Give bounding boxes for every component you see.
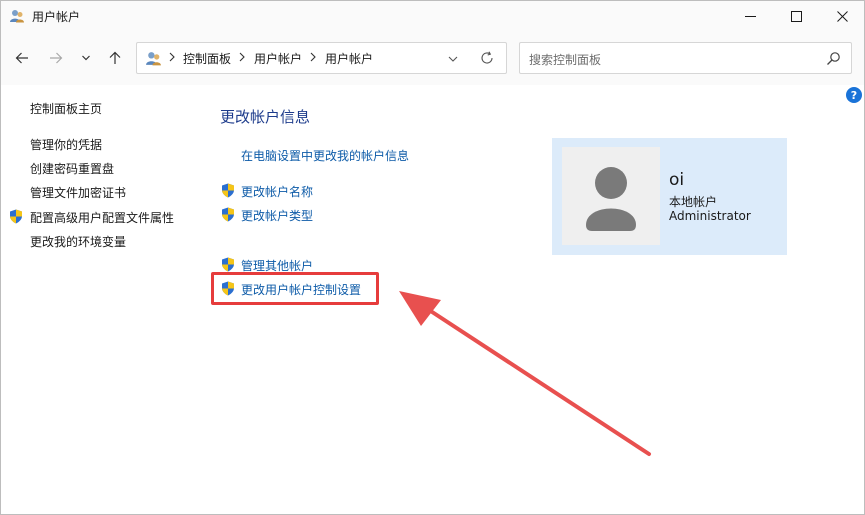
annotation-highlight-box	[211, 272, 379, 305]
search-placeholder: 搜索控制面板	[529, 53, 602, 67]
window-title: 用户帐户	[32, 10, 81, 24]
close-button[interactable]	[819, 1, 865, 31]
change-account-type-link[interactable]: 更改帐户类型	[241, 207, 313, 224]
arrow-left-icon	[15, 52, 28, 64]
account-type: 本地帐户	[669, 195, 718, 209]
arrow-right-icon	[50, 52, 63, 64]
up-button[interactable]	[102, 45, 128, 71]
breadcrumb-user-accounts-current[interactable]: 用户帐户	[325, 50, 373, 67]
user-accounts-icon	[10, 10, 24, 23]
breadcrumb-user-accounts[interactable]: 用户帐户	[254, 50, 302, 67]
title-bar: 用户帐户	[1, 1, 864, 31]
uac-shield-icon	[222, 207, 234, 222]
search-input[interactable]: 搜索控制面板	[519, 42, 852, 74]
breadcrumb-chevron-icon[interactable]	[238, 51, 248, 65]
uac-shield-icon	[10, 209, 22, 224]
back-button[interactable]	[9, 45, 35, 71]
recent-locations-button[interactable]	[73, 45, 99, 71]
arrow-up-icon	[109, 51, 121, 64]
sidebar-item-file-encryption-certificates[interactable]: 管理文件加密证书	[30, 184, 126, 201]
uac-shield-icon	[222, 183, 234, 198]
chevron-down-icon[interactable]	[445, 51, 461, 67]
sidebar-item-control-panel-home[interactable]: 控制面板主页	[30, 100, 102, 117]
maximize-button[interactable]	[773, 1, 819, 31]
close-icon	[836, 10, 848, 22]
forward-button[interactable]	[43, 45, 69, 71]
address-bar[interactable]: 控制面板 用户帐户 用户帐户	[136, 42, 507, 74]
user-avatar-icon	[586, 167, 636, 231]
sidebar-item-environment-variables[interactable]: 更改我的环境变量	[30, 233, 126, 250]
page-title: 更改帐户信息	[220, 108, 311, 126]
account-role: Administrator	[669, 209, 751, 223]
refresh-icon[interactable]	[479, 50, 495, 66]
pc-settings-account-link[interactable]: 在电脑设置中更改我的帐户信息	[241, 147, 409, 164]
breadcrumb-control-panel[interactable]: 控制面板	[183, 50, 231, 67]
chevron-down-icon	[82, 55, 90, 61]
annotation-arrow-icon	[399, 291, 651, 456]
svg-text:?: ?	[851, 89, 857, 102]
sidebar-item-manage-credentials[interactable]: 管理你的凭据	[30, 136, 102, 153]
avatar	[562, 147, 660, 245]
control-panel-window: 用户帐户 控制面板 用户帐户 用户帐户 搜索控制面板 ? 控制面板主页 管理你的…	[0, 0, 865, 515]
account-name: oi	[669, 170, 685, 190]
change-account-name-link[interactable]: 更改帐户名称	[241, 183, 313, 200]
search-icon[interactable]	[826, 51, 841, 66]
breadcrumb-chevron-icon[interactable]	[168, 51, 178, 65]
user-accounts-icon	[146, 52, 161, 66]
minimize-icon	[744, 15, 756, 17]
sidebar-item-advanced-profile-properties[interactable]: 配置高级用户配置文件属性	[30, 209, 174, 226]
maximize-icon	[790, 10, 802, 22]
help-icon[interactable]: ?	[846, 87, 862, 103]
navigation-bar: 控制面板 用户帐户 用户帐户 搜索控制面板	[1, 31, 864, 85]
sidebar-item-password-reset-disk[interactable]: 创建密码重置盘	[30, 160, 114, 177]
minimize-button[interactable]	[727, 1, 773, 31]
uac-shield-icon	[222, 257, 234, 272]
breadcrumb-chevron-icon[interactable]	[309, 51, 319, 65]
account-card: oi 本地帐户 Administrator	[552, 138, 787, 255]
